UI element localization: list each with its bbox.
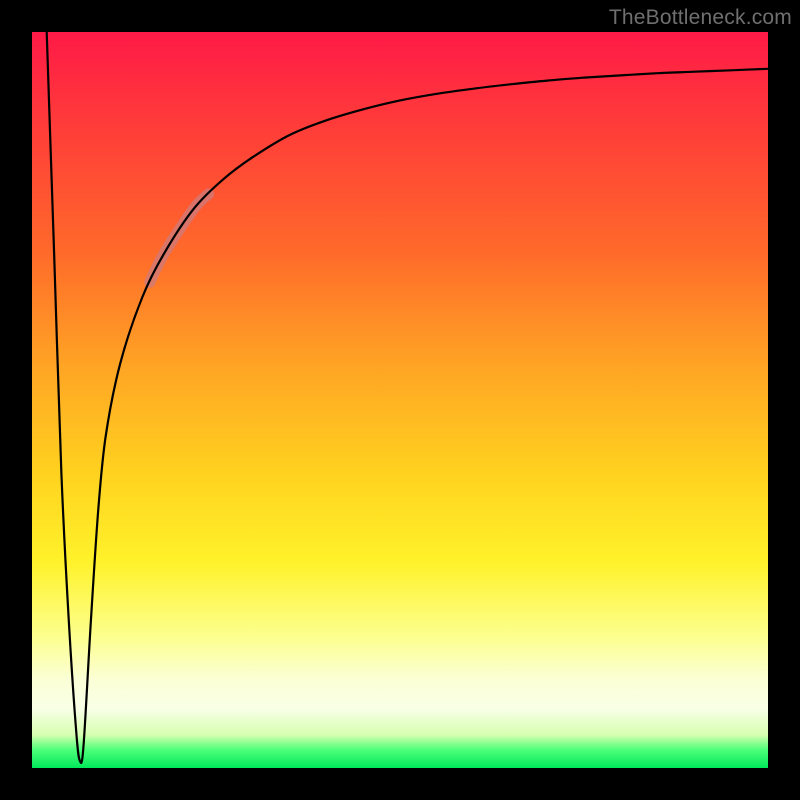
plot-area: [32, 32, 768, 768]
bottleneck-curve: [47, 32, 768, 763]
watermark: TheBottleneck.com: [609, 6, 792, 30]
chart-frame: TheBottleneck.com: [0, 0, 800, 800]
curve-svg: [32, 32, 768, 768]
highlight-segment: [150, 194, 209, 282]
